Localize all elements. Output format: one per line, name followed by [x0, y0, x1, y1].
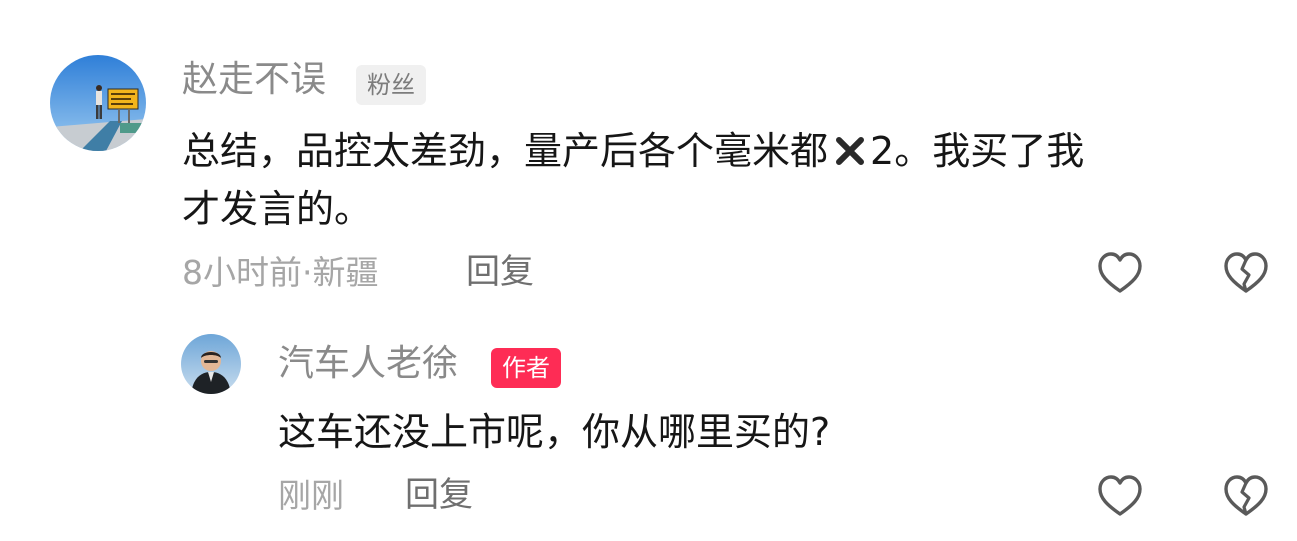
author-avatar-image — [181, 334, 241, 394]
commenter-avatar[interactable] — [50, 55, 146, 151]
comment-like-button[interactable] — [1097, 251, 1143, 297]
author-avatar[interactable] — [181, 334, 241, 394]
comment-text-before-icon: 总结，品控太差劲，量产后各个毫米都 — [182, 129, 829, 173]
heart-outline-icon — [1098, 252, 1142, 293]
reply-reply-button[interactable]: 回复 — [405, 478, 473, 512]
broken-heart-icon — [1224, 475, 1268, 516]
author-username[interactable]: 汽车人老徐 — [278, 346, 458, 382]
comment-reply-button[interactable]: 回复 — [466, 255, 534, 289]
author-badge: 作者 — [491, 348, 561, 388]
comment-text: 总结，品控太差劲，量产后各个毫米都 2。我买了我 才发言的。 — [182, 124, 1262, 237]
reply-meta: 刚刚 — [278, 476, 344, 515]
heart-outline-icon — [1098, 475, 1142, 516]
comment-dislike-button[interactable] — [1223, 251, 1269, 297]
commenter-avatar-image — [50, 55, 146, 151]
broken-heart-icon — [1224, 252, 1268, 293]
fan-badge: 粉丝 — [356, 65, 426, 105]
reply-dislike-button[interactable] — [1223, 474, 1269, 520]
commenter-username[interactable]: 赵走不误 — [182, 62, 326, 98]
comment-text-after-icon: 2。我买了我 — [870, 129, 1085, 173]
reply-text: 这车还没上市呢，你从哪里买的? — [278, 410, 831, 454]
comment-text-line1: 总结，品控太差劲，量产后各个毫米都 2。我买了我 — [182, 124, 1262, 182]
comment-text-line2: 才发言的。 — [182, 187, 373, 231]
comment-meta: 8小时前·新疆 — [182, 253, 379, 292]
reply-like-button[interactable] — [1097, 474, 1143, 520]
cross-mark-icon — [834, 127, 866, 182]
